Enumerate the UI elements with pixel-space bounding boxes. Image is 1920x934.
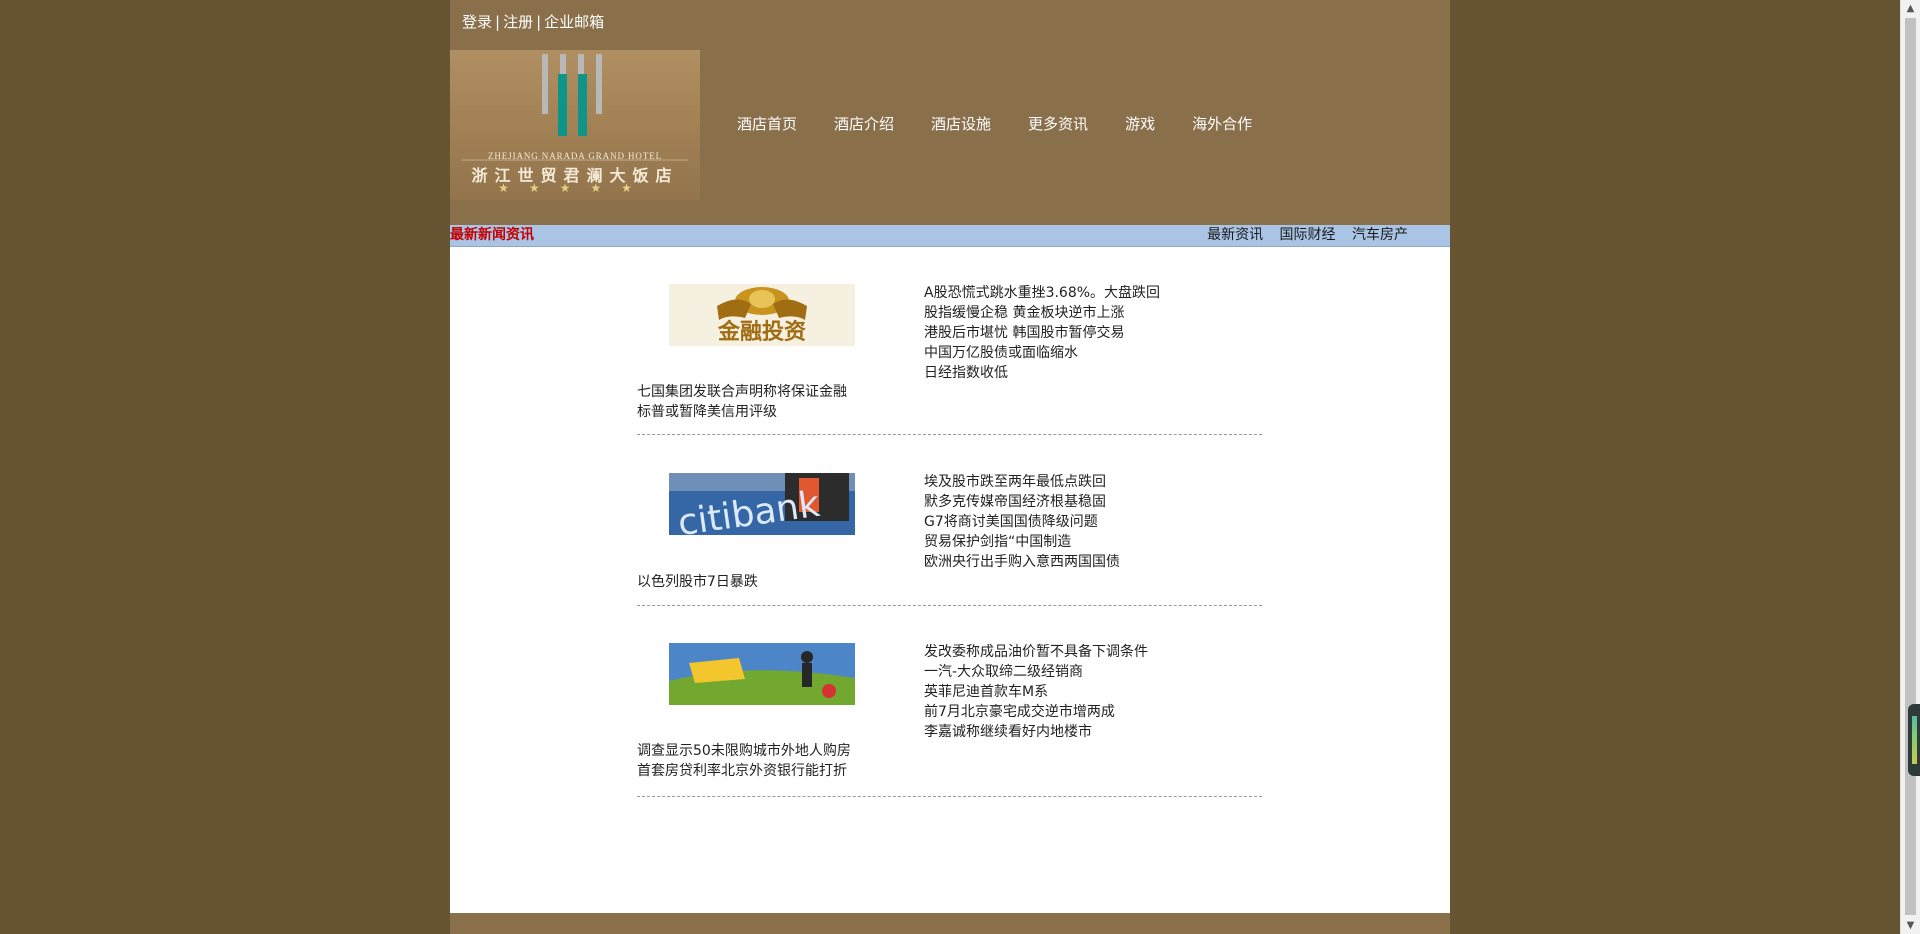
headline-link[interactable]: 贸易保护剑指“中国制造 [924,532,1120,552]
international-headlines-left: 以色列股市7日暴跌 [637,572,758,592]
real-estate-image[interactable] [669,643,855,705]
news-block-finance: 金融投资 A股恐慌式跳水重挫3.68%。大盘跌回 股指缓慢企稳 黄金板块逆市上涨… [637,247,1262,435]
headline-link[interactable]: 首套房贷利率北京外资银行能打折 [637,761,851,781]
citibank-graphic: citibank [669,473,855,535]
news-content-area: 金融投资 A股恐慌式跳水重挫3.68%。大盘跌回 股指缓慢企稳 黄金板块逆市上涨… [450,247,1450,913]
nav-more-news[interactable]: 更多资讯 [1028,114,1088,134]
headline-link[interactable]: 一汽-大众取缔二级经销商 [924,662,1148,682]
side-widget[interactable] [1908,704,1920,776]
headline-link[interactable]: 以色列股市7日暴跌 [637,572,758,592]
page-container: 登录 | 注册 | 企业邮箱 ZHEJIANG NARADA GRAND HOTEL 浙… [450,0,1450,934]
nav-hotel-home[interactable]: 酒店首页 [737,114,797,134]
logo-stars: ★★★★★ [498,181,652,195]
international-headlines-right: 埃及股市跌至两年最低点跌回 默多克传媒帝国经济根基稳固 G7将商讨美国国债降级问… [924,472,1120,572]
side-widget-meter-icon [1912,716,1917,764]
scrollbar-thumb[interactable] [1905,18,1916,915]
nav-hotel-facilities[interactable]: 酒店设施 [931,114,991,134]
news-category-links: 最新资讯 国际财经 汽车房产 [1195,227,1408,244]
auto-real-estate-headlines-right: 发改委称成品油价暂不具备下调条件 一汽-大众取缔二级经销商 英菲尼迪首款车M系 … [924,642,1148,742]
real-estate-graphic [669,643,855,705]
headline-link[interactable]: 埃及股市跌至两年最低点跌回 [924,472,1120,492]
headline-link[interactable]: 英菲尼迪首款车M系 [924,682,1148,702]
headline-link[interactable]: 七国集团发联合声明称将保证金融 [637,382,847,402]
auto-real-estate-link[interactable]: 汽车房产 [1352,227,1408,243]
headline-link[interactable]: 默多克传媒帝国经济根基稳固 [924,492,1120,512]
headline-link[interactable]: 标普或暂降美信用评级 [637,402,847,422]
register-link[interactable]: 注册 [503,13,533,31]
headline-link[interactable]: 港股后市堪忧 韩国股市暂停交易 [924,323,1160,343]
enterprise-mail-link[interactable]: 企业邮箱 [544,13,604,31]
main-navigation: 酒店首页 酒店介绍 酒店设施 更多资讯 游戏 海外合作 [737,114,1289,134]
headline-link[interactable]: G7将商讨美国国债降级问题 [924,512,1120,532]
headline-link[interactable]: 发改委称成品油价暂不具备下调条件 [924,642,1148,662]
international-finance-link[interactable]: 国际财经 [1280,227,1336,243]
headline-link[interactable]: 中国万亿股债或面临缩水 [924,343,1160,363]
headline-link[interactable]: 日经指数收低 [924,363,1160,383]
news-block-auto-real-estate: 发改委称成品油价暂不具备下调条件 一汽-大众取缔二级经销商 英菲尼迪首款车M系 … [637,606,1262,797]
scroll-up-arrow-icon[interactable]: ▲ [1901,0,1920,17]
news-block-international: citibank 埃及股市跌至两年最低点跌回 默多克传媒帝国经济根基稳固 G7将… [637,435,1262,606]
finance-investment-graphic: 金融投资 [669,284,855,346]
nav-games[interactable]: 游戏 [1125,114,1155,134]
scroll-down-arrow-icon[interactable]: ▼ [1901,917,1920,934]
nav-overseas-cooperation[interactable]: 海外合作 [1192,114,1252,134]
logo-english-name: ZHEJIANG NARADA GRAND HOTEL [487,151,663,161]
top-links: 登录 | 注册 | 企业邮箱 [462,12,604,32]
headline-link[interactable]: 股指缓慢企稳 黄金板块逆市上涨 [924,303,1160,323]
headline-link[interactable]: 前7月北京豪宅成交逆市增两成 [924,702,1148,722]
separator: | [536,13,542,31]
finance-headlines-right: A股恐慌式跳水重挫3.68%。大盘跌回 股指缓慢企稳 黄金板块逆市上涨 港股后市… [924,283,1160,383]
auto-real-estate-headlines-left: 调查显示50未限购城市外地人购房 首套房贷利率北京外资银行能打折 [637,741,851,781]
news-bar-title: 最新新闻资讯 [450,227,534,243]
footer-band [450,913,1450,934]
hotel-logo[interactable]: ZHEJIANG NARADA GRAND HOTEL 浙江世贸君澜大饭店 ★★… [450,50,700,200]
login-link[interactable]: 登录 [462,13,492,31]
vertical-scrollbar[interactable]: ▲ ▼ [1900,0,1920,934]
citibank-image[interactable]: citibank [669,473,855,535]
news-category-bar: 最新新闻资讯 最新资讯 国际财经 汽车房产 [450,225,1450,247]
finance-investment-image-text: 金融投资 [717,319,806,345]
headline-link[interactable]: 调查显示50未限购城市外地人购房 [637,741,851,761]
separator: | [495,13,501,31]
latest-news-link[interactable]: 最新资讯 [1207,227,1263,243]
finance-investment-image[interactable]: 金融投资 [669,284,855,346]
finance-headlines-left: 七国集团发联合声明称将保证金融 标普或暂降美信用评级 [637,382,847,422]
nav-hotel-intro[interactable]: 酒店介绍 [834,114,894,134]
headline-link[interactable]: 李嘉诚称继续看好内地楼市 [924,722,1148,742]
headline-link[interactable]: A股恐慌式跳水重挫3.68%。大盘跌回 [924,283,1160,303]
headline-link[interactable]: 欧洲央行出手购入意西两国国债 [924,552,1120,572]
